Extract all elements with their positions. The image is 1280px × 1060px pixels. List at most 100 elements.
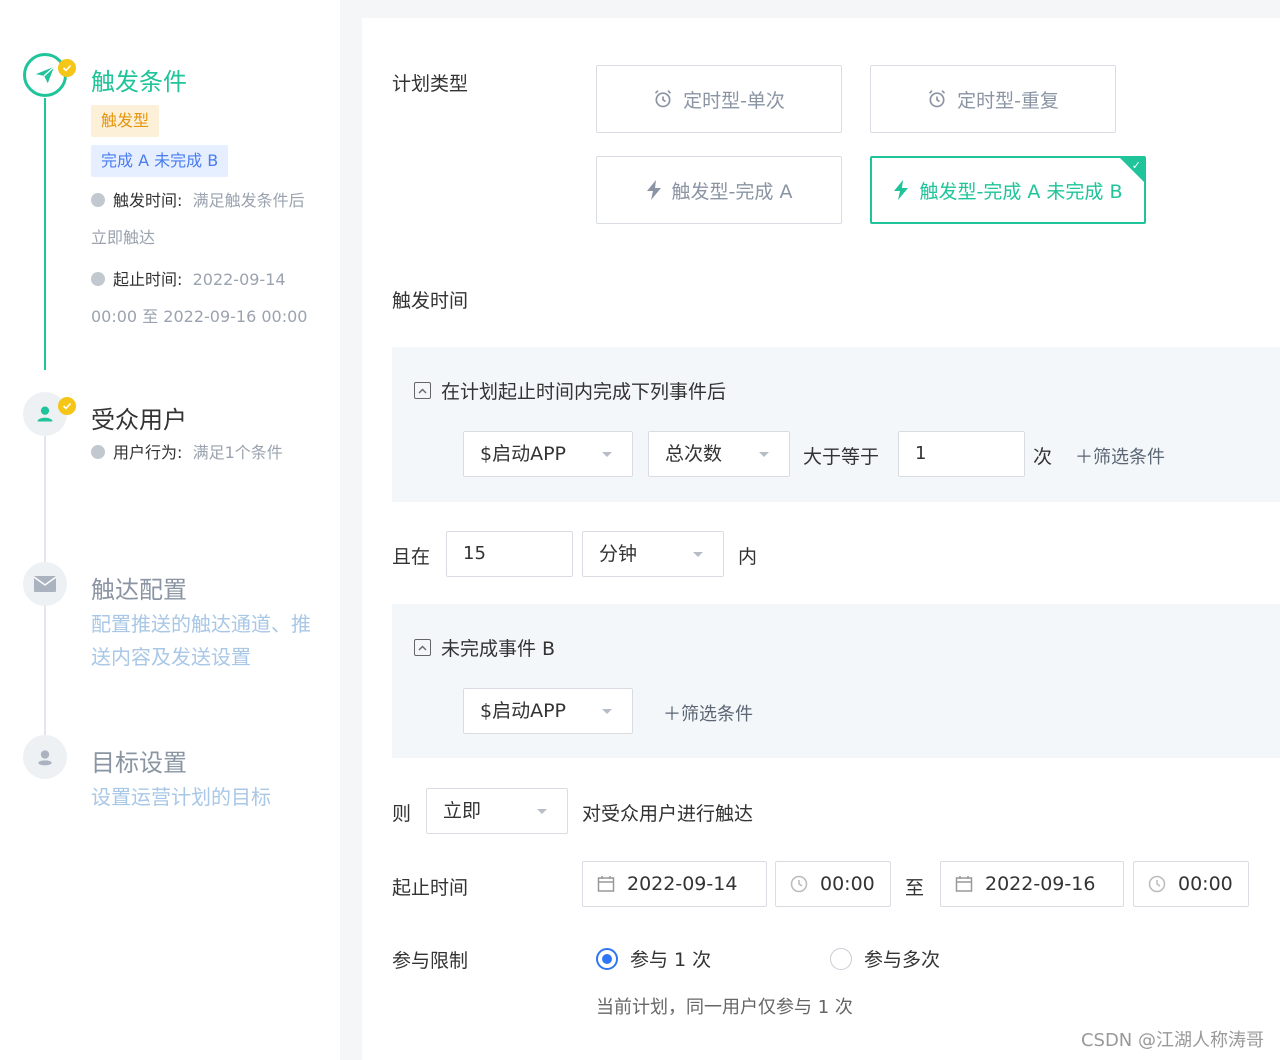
calendar-icon — [597, 875, 615, 893]
clock-icon — [91, 193, 105, 207]
step-4-title[interactable]: 目标设置 — [91, 743, 187, 778]
range-summary: 起止时间: 2022-09-14 00:00 至 2022-09-16 00:0… — [91, 261, 331, 335]
target-pin-icon — [38, 750, 52, 766]
trigger-time-value-cont: 立即触达 — [91, 228, 156, 247]
start-date-value: 2022-09-14 — [627, 873, 738, 895]
trigger-type-tag: 触发型 — [91, 105, 160, 137]
step-1-check-icon — [58, 59, 76, 77]
event-a-select[interactable]: $启动APP — [463, 431, 633, 477]
event-a-value: $启动APP — [480, 443, 567, 465]
limit-multi-radio[interactable]: 参与多次 — [830, 945, 940, 972]
check-circle-icon — [91, 445, 105, 459]
start-date-picker[interactable]: 2022-09-14 — [582, 861, 767, 907]
not-complete-panel: 未完成事件 B $启动APP ＋筛选条件 — [392, 604, 1280, 758]
watermark: CSDN @江湖人称涛哥 — [1080, 1030, 1264, 1051]
count-input[interactable]: 1 — [898, 431, 1025, 477]
plan-type-label: 计划类型 — [392, 73, 469, 95]
calendar-icon — [955, 875, 973, 893]
metric-value: 总次数 — [665, 443, 723, 465]
range-value: 2022-09-14 — [192, 270, 286, 289]
behavior-summary: 用户行为: 满足1个条件 — [91, 434, 331, 471]
clock-icon — [790, 875, 808, 893]
trigger-time-key: 触发时间: — [113, 191, 183, 210]
complete-event-header: 在计划起止时间内完成下列事件后 — [441, 381, 727, 403]
alarm-clock-icon — [927, 89, 947, 109]
step-2-check-icon — [58, 397, 76, 415]
then-select[interactable]: 立即 — [426, 788, 568, 834]
not-complete-toggle[interactable]: 未完成事件 B — [414, 634, 555, 661]
limit-once-radio[interactable]: 参与 1 次 — [596, 945, 711, 972]
type-card-timed-repeat[interactable]: 定时型-重复 — [870, 65, 1116, 133]
event-b-value: $启动APP — [480, 700, 567, 722]
compare-operator[interactable]: 大于等于 — [803, 442, 879, 469]
not-complete-header: 未完成事件 B — [441, 638, 556, 660]
within-unit-value: 分钟 — [599, 543, 638, 565]
paper-plane-icon — [35, 66, 55, 84]
step-4-desc: 设置运营计划的目标 — [91, 785, 271, 809]
start-time-picker[interactable]: 00:00 — [775, 861, 891, 907]
step-3-desc-line2: 送内容及发送设置 — [91, 645, 251, 669]
end-date-picker[interactable]: 2022-09-16 — [940, 861, 1124, 907]
behavior-value: 满足1个条件 — [192, 443, 283, 462]
clock-icon — [91, 272, 105, 286]
add-filter-button-a[interactable]: ＋筛选条件 — [1075, 443, 1165, 469]
then-suffix: 对受众用户进行触达 — [582, 803, 754, 825]
type-card-label: 触发型-完成 A 未完成 B — [919, 180, 1123, 203]
type-card-label: 定时型-单次 — [683, 89, 785, 112]
range-to: 至 — [905, 877, 925, 899]
within-unit-select[interactable]: 分钟 — [582, 531, 724, 577]
trigger-time-summary: 触发时间: 满足触发条件后 立即触达 — [91, 182, 331, 256]
lightning-icon — [893, 180, 909, 200]
range-key: 起止时间: — [113, 270, 183, 289]
main-form: 计划类型 定时型-单次 定时型-重复 触发型-完成 A 触发型-完成 A 未完成… — [362, 18, 1280, 1060]
type-card-label: 触发型-完成 A — [671, 180, 793, 203]
radio-unchecked-icon — [830, 947, 852, 970]
step-4-icon[interactable] — [23, 735, 67, 779]
plus-icon: ＋ — [663, 704, 681, 725]
chevron-down-icon — [537, 809, 547, 814]
add-filter-label: 筛选条件 — [1093, 447, 1165, 468]
chevron-down-icon — [693, 552, 703, 557]
chevron-down-icon — [759, 452, 769, 457]
add-filter-button-b[interactable]: ＋筛选条件 — [663, 700, 753, 726]
progress-line-done — [44, 98, 46, 370]
trigger-rule-tag: 完成 A 未完成 B — [91, 145, 229, 177]
then-select-value: 立即 — [443, 800, 482, 822]
within-input[interactable]: 15 — [446, 531, 573, 577]
type-card-trigger-a-not-b[interactable]: 触发型-完成 A 未完成 B ✓ — [870, 156, 1146, 224]
collapse-icon — [414, 382, 431, 399]
collapse-icon — [414, 639, 431, 656]
step-3-icon[interactable] — [23, 562, 67, 606]
end-time-picker[interactable]: 00:00 — [1133, 861, 1249, 907]
type-card-timed-once[interactable]: 定时型-单次 — [596, 65, 842, 133]
lightning-icon — [646, 180, 662, 200]
step-1-title[interactable]: 触发条件 — [91, 62, 187, 97]
range-value-cont: 00:00 至 2022-09-16 00:00 — [91, 307, 308, 326]
user-icon — [37, 406, 53, 422]
within-prefix: 且在 — [392, 546, 431, 568]
step-2-title[interactable]: 受众用户 — [91, 400, 187, 435]
end-date-value: 2022-09-16 — [985, 873, 1096, 895]
metric-select[interactable]: 总次数 — [648, 431, 790, 477]
event-b-select[interactable]: $启动APP — [463, 688, 633, 734]
limit-hint: 当前计划，同一用户仅参与 1 次 — [596, 997, 853, 1018]
end-time-value: 00:00 — [1178, 873, 1233, 895]
clock-icon — [1148, 875, 1166, 893]
step-3-desc: 配置推送的触达通道、推 送内容及发送设置 — [91, 608, 321, 674]
count-unit: 次 — [1033, 446, 1053, 468]
type-card-trigger-a[interactable]: 触发型-完成 A — [596, 156, 842, 224]
trigger-time-label: 触发时间 — [392, 290, 469, 312]
limit-label: 参与限制 — [392, 950, 469, 972]
trigger-time-value: 满足触发条件后 — [192, 191, 305, 210]
mail-icon — [33, 576, 57, 592]
then-prefix: 则 — [392, 803, 412, 825]
step-3-title[interactable]: 触达配置 — [91, 570, 187, 605]
limit-once-label: 参与 1 次 — [630, 949, 712, 971]
type-card-label: 定时型-重复 — [957, 89, 1059, 112]
limit-multi-label: 参与多次 — [864, 949, 941, 971]
complete-event-toggle[interactable]: 在计划起止时间内完成下列事件后 — [414, 377, 726, 404]
step-3-desc-line1: 配置推送的触达通道、推 — [91, 612, 311, 636]
steps-sidebar: 触发条件 触发型 完成 A 未完成 B 触发时间: 满足触发条件后 立即触达 起… — [0, 0, 340, 1060]
behavior-key: 用户行为: — [113, 443, 183, 462]
add-filter-label: 筛选条件 — [681, 704, 753, 725]
